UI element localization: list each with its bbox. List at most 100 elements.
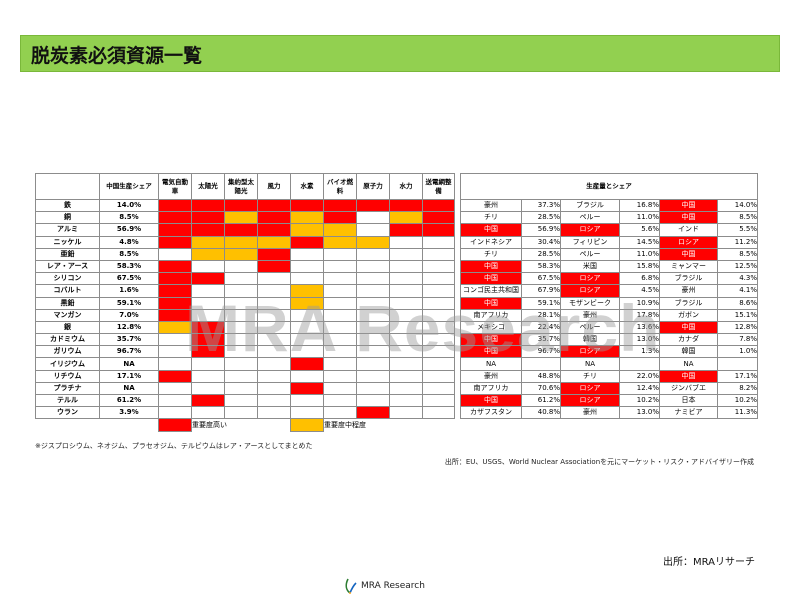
table-row: 黒鉛 59.1% 中国 59.1% モザンビーク 10.9% ブラジル 8.6%: [35, 296, 758, 310]
use-cell: [290, 393, 324, 408]
producer-country: 南アフリカ: [460, 381, 522, 396]
producer-share: 7.8%: [717, 333, 758, 347]
use-cell: [323, 320, 357, 335]
table-row: ガリウム 96.7% 中国 96.7% ロシア 1.3% 韓国 1.0%: [35, 345, 758, 359]
producer-country: 中国: [460, 393, 522, 408]
use-cell: [257, 284, 291, 298]
use-cell: [422, 406, 455, 420]
producer-share: 22.4%: [521, 320, 561, 335]
producer-share: 28.5%: [521, 211, 561, 225]
use-cell: [290, 198, 324, 213]
resource-name: リチウム: [35, 369, 100, 383]
resource-name: 鉄: [35, 198, 100, 213]
use-cell: [257, 296, 291, 310]
resource-name: カドミウム: [35, 333, 100, 347]
use-cell: [257, 369, 291, 383]
use-cell: [191, 308, 225, 322]
use-cell: [356, 320, 390, 335]
producer-share: 12.4%: [619, 381, 660, 396]
header-use-8: 送電網整備: [422, 173, 455, 200]
use-cell: [257, 272, 291, 286]
producer-share: 14.5%: [619, 235, 660, 249]
producer-country: ジンバブエ: [659, 381, 718, 396]
table-row: コバルト 1.6% コンゴ民主共和国 67.9% ロシア 4.5% 豪州 4.1%: [35, 284, 758, 298]
use-cell: [389, 259, 423, 274]
use-cell: [389, 308, 423, 322]
china-share: 7.0%: [99, 308, 159, 322]
use-cell: [191, 357, 225, 371]
producer-share: 17.8%: [619, 308, 660, 322]
producer-share: 13.0%: [619, 406, 660, 420]
use-cell: [224, 345, 258, 359]
use-cell: [290, 223, 324, 237]
table-row: シリコン 67.5% 中国 67.5% ロシア 6.8% ブラジル 4.3%: [35, 272, 758, 286]
producer-country: ロシア: [560, 272, 620, 286]
use-cell: [356, 333, 390, 347]
legend-label-high: 重要度高い: [192, 420, 227, 429]
producer-share: 96.7%: [521, 345, 561, 359]
resource-name: イリジウム: [35, 357, 100, 371]
use-cell: [356, 296, 390, 310]
producer-share: 30.4%: [521, 235, 561, 249]
producer-country: ミャンマー: [659, 259, 718, 274]
use-cell: [323, 272, 357, 286]
producer-country: 豪州: [460, 198, 522, 213]
use-cell: [290, 320, 324, 335]
use-cell: [191, 223, 225, 237]
producer-country: フィリピン: [560, 235, 620, 249]
producer-share: 5.5%: [717, 223, 758, 237]
use-cell: [389, 211, 423, 225]
use-cell: [224, 406, 258, 420]
table-row: リチウム 17.1% 豪州 48.8% チリ 22.0% 中国 17.1%: [35, 369, 758, 383]
legend-blank: [100, 419, 159, 431]
use-cell: [422, 235, 455, 249]
use-cell: [323, 198, 357, 213]
use-cell: [389, 333, 423, 347]
use-cell: [323, 357, 357, 371]
producer-country: 中国: [460, 259, 522, 274]
producer-country: ロシア: [560, 393, 620, 408]
legend-blank: [36, 419, 100, 431]
producer-share: [521, 357, 561, 371]
use-cell: [158, 308, 192, 322]
use-cell: [257, 406, 291, 420]
use-cell: [290, 272, 324, 286]
mra-logo: MRA Research: [343, 578, 425, 594]
use-cell: [257, 235, 291, 249]
use-cell: [257, 357, 291, 371]
table-row: アルミ 56.9% 中国 56.9% ロシア 5.6% インド 5.5%: [35, 223, 758, 237]
producer-country: NA: [659, 357, 718, 371]
producer-share: 28.5%: [521, 247, 561, 261]
resource-name: ウラン: [35, 406, 100, 420]
use-cell: [158, 223, 192, 237]
legend-swatch-mid: [290, 418, 324, 432]
use-cell: [323, 259, 357, 274]
producer-share: 16.8%: [619, 198, 660, 213]
china-share: 8.5%: [99, 247, 159, 261]
use-cell: [224, 223, 258, 237]
use-cell: [422, 308, 455, 322]
producer-country: ナミビア: [659, 406, 718, 420]
use-cell: [389, 393, 423, 408]
producer-country: インドネシア: [460, 235, 522, 249]
resource-name: 黒鉛: [35, 296, 100, 310]
use-cell: [323, 235, 357, 249]
use-cell: [389, 296, 423, 310]
use-cell: [191, 393, 225, 408]
producer-country: ペルー: [560, 247, 620, 261]
use-cell: [191, 235, 225, 249]
use-cell: [290, 211, 324, 225]
logo-text: MRA Research: [361, 581, 425, 591]
producer-country: 中国: [460, 272, 522, 286]
table-row: イリジウム NA NA NA NA: [35, 357, 758, 371]
china-share: 4.8%: [99, 235, 159, 249]
source-credit: 出所：MRAリサーチ: [662, 557, 755, 568]
producer-country: 韓国: [560, 333, 620, 347]
use-cell: [191, 211, 225, 225]
use-cell: [356, 211, 390, 225]
header-use-1: 太陽光: [191, 173, 225, 200]
use-cell: [290, 381, 324, 396]
producer-share: 8.5%: [717, 247, 758, 261]
table-row: 亜鉛 8.5% チリ 28.5% ペルー 11.0% 中国 8.5%: [35, 247, 758, 261]
use-cell: [257, 308, 291, 322]
